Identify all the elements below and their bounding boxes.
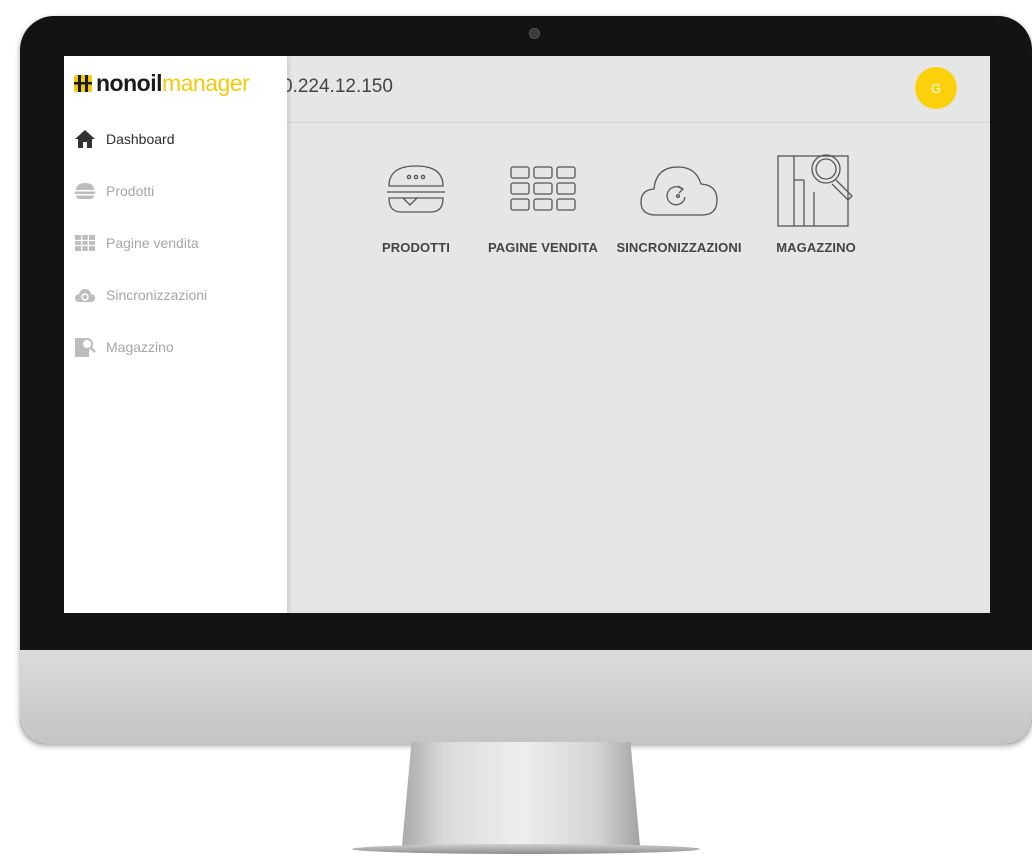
tile-label: PRODOTTI xyxy=(382,240,450,255)
burger-icon xyxy=(383,154,449,226)
sidebar-item-prodotti[interactable]: Prodotti xyxy=(74,178,154,204)
monitor-frame: nonoil manager Dashboard Prodotti Pagine … xyxy=(20,16,1032,744)
monitor-chin xyxy=(20,650,1032,744)
sidebar: nonoil manager Dashboard Prodotti Pagine … xyxy=(64,56,287,613)
user-avatar[interactable]: G xyxy=(915,67,957,109)
cloud-sync-icon xyxy=(74,284,96,306)
tile-label: PAGINE VENDITA xyxy=(488,240,598,255)
sidebar-item-label: Prodotti xyxy=(106,183,155,199)
sidebar-item-magazzino[interactable]: Magazzino xyxy=(74,334,174,360)
cloud-sync-icon xyxy=(636,154,722,226)
header-title: 0.224.12.150 xyxy=(282,76,393,97)
tile-prodotti[interactable]: PRODOTTI xyxy=(370,154,462,255)
grid-icon xyxy=(74,232,96,254)
sidebar-item-label: Sincronizzazioni xyxy=(106,287,208,303)
burger-icon xyxy=(74,180,96,202)
warehouse-search-icon xyxy=(770,154,862,227)
warehouse-search-icon xyxy=(74,336,96,358)
top-header: 0.224.12.150 G xyxy=(282,56,990,123)
sidebar-item-label: Dashboard xyxy=(106,131,175,147)
tile-label: MAGAZZINO xyxy=(776,240,856,255)
brand-name-part2: manager xyxy=(161,69,250,96)
sidebar-item-pagine-vendita[interactable]: Pagine vendita xyxy=(74,230,199,256)
brand-logo[interactable]: nonoil manager xyxy=(73,69,250,96)
app-screen: nonoil manager Dashboard Prodotti Pagine … xyxy=(64,56,990,613)
sidebar-item-label: Magazzino xyxy=(106,339,174,355)
home-icon xyxy=(74,128,96,150)
webcam-icon xyxy=(529,28,540,39)
tile-pagine-vendita[interactable]: PAGINE VENDITA xyxy=(485,154,601,255)
sidebar-item-dashboard[interactable]: Dashboard xyxy=(74,126,175,152)
brand-name-part1: nonoil xyxy=(96,69,162,96)
sidebar-item-sincronizzazioni[interactable]: Sincronizzazioni xyxy=(74,282,207,308)
tile-label: SINCRONIZZAZIONI xyxy=(616,240,742,255)
monitor-stand xyxy=(402,742,640,846)
monitor-stand-base xyxy=(352,844,700,854)
tile-magazzino[interactable]: MAGAZZINO xyxy=(765,154,867,255)
sidebar-item-label: Pagine vendita xyxy=(106,235,199,251)
logo-mark-icon xyxy=(74,75,92,92)
tile-sincronizzazioni[interactable]: SINCRONIZZAZIONI xyxy=(612,154,746,255)
grid-icon xyxy=(508,154,578,226)
